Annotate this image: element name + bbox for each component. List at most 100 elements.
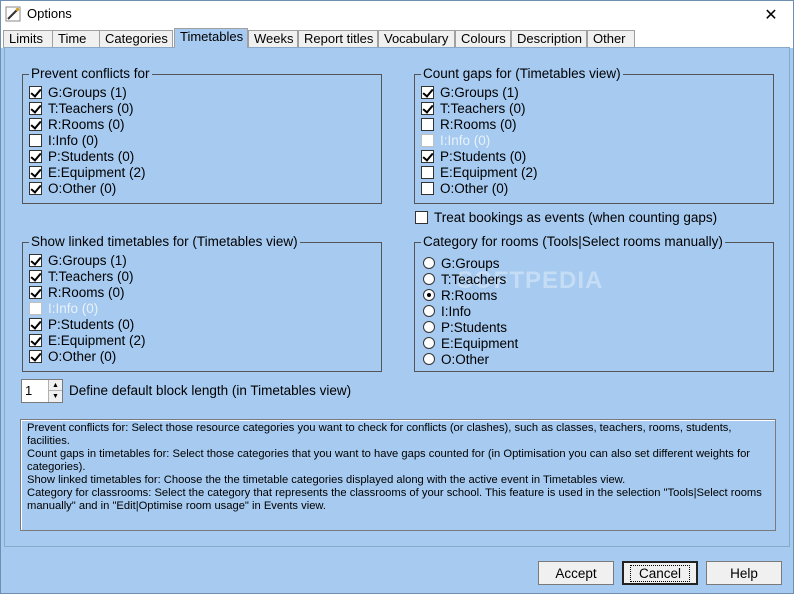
checkbox-box[interactable]	[29, 165, 42, 179]
help-button[interactable]: Help	[706, 561, 782, 585]
checkbox-label: P:Students (0)	[440, 148, 527, 164]
gaps-equipment-checkbox[interactable]: E:Equipment (2)	[421, 164, 538, 180]
tab-strip: Limits Time Categories Timetables Weeks …	[1, 28, 793, 48]
linked-other-checkbox[interactable]: O:Other (0)	[29, 348, 116, 364]
radio-circle[interactable]	[423, 289, 435, 301]
checkbox-box[interactable]	[29, 149, 42, 163]
rooms-radio-other[interactable]: O:Other	[423, 351, 489, 367]
gaps-rooms-checkbox[interactable]: R:Rooms (0)	[421, 116, 517, 132]
checkbox-label: O:Other (0)	[48, 348, 117, 364]
checkbox-box[interactable]	[29, 317, 42, 331]
prevent-info-checkbox[interactable]: I:Info (0)	[29, 132, 98, 148]
checkbox-label: T:Teachers (0)	[440, 100, 526, 116]
description-line: Show linked timetables for: Choose the t…	[27, 474, 626, 486]
spin-up-button[interactable]: ▲	[48, 380, 62, 391]
checkbox-box[interactable]	[421, 85, 434, 99]
checkbox-box[interactable]	[421, 181, 434, 195]
checkbox-box[interactable]	[29, 285, 42, 299]
checkbox-box[interactable]	[29, 181, 42, 195]
tab-colours[interactable]: Colours	[455, 30, 511, 48]
checkbox-box[interactable]	[421, 101, 434, 115]
tab-weeks[interactable]: Weeks	[248, 30, 298, 48]
rooms-radio-equipment[interactable]: E:Equipment	[423, 335, 518, 351]
checkbox-box[interactable]	[29, 117, 42, 131]
tab-vocabulary[interactable]: Vocabulary	[378, 30, 455, 48]
prevent-rooms-checkbox[interactable]: R:Rooms (0)	[29, 116, 125, 132]
radio-circle[interactable]	[423, 273, 435, 285]
radio-circle[interactable]	[423, 257, 435, 269]
tab-report-titles[interactable]: Report titles	[298, 30, 378, 48]
radio-circle[interactable]	[423, 353, 435, 365]
linked-rooms-checkbox[interactable]: R:Rooms (0)	[29, 284, 125, 300]
treat-bookings-checkbox[interactable]: Treat bookings as events (when counting …	[415, 209, 717, 225]
count-gaps-group: Count gaps for (Timetables view) G:Group…	[414, 66, 774, 204]
checkbox-label: E:Equipment (2)	[48, 332, 146, 348]
tab-limits[interactable]: Limits	[3, 30, 53, 48]
tab-other[interactable]: Other	[587, 30, 635, 48]
checkbox-box	[29, 301, 42, 315]
description-line: Count gaps in timetables for: Select tho…	[27, 448, 751, 473]
tab-timetables[interactable]: Timetables	[174, 28, 248, 48]
cancel-button[interactable]: Cancel	[622, 561, 698, 585]
gaps-teachers-checkbox[interactable]: T:Teachers (0)	[421, 100, 526, 116]
gaps-other-checkbox[interactable]: O:Other (0)	[421, 180, 508, 196]
block-length-value[interactable]: 1	[25, 383, 32, 398]
rooms-radio-students[interactable]: P:Students	[423, 319, 507, 335]
radio-circle[interactable]	[423, 321, 435, 333]
linked-groups-checkbox[interactable]: G:Groups (1)	[29, 252, 127, 268]
gaps-groups-checkbox[interactable]: G:Groups (1)	[421, 84, 519, 100]
checkbox-box[interactable]	[29, 333, 42, 347]
prevent-groups-checkbox[interactable]: G:Groups (1)	[29, 84, 127, 100]
group-title: Show linked timetables for (Timetables v…	[29, 234, 300, 249]
checkbox-box[interactable]	[29, 101, 42, 115]
tab-time[interactable]: Time	[52, 30, 100, 48]
prevent-conflicts-group: Prevent conflicts for G:Groups (1) T:Tea…	[22, 66, 382, 204]
checkbox-box[interactable]	[29, 349, 42, 363]
radio-circle[interactable]	[423, 337, 435, 349]
checkbox-label: T:Teachers (0)	[48, 100, 134, 116]
prevent-students-checkbox[interactable]: P:Students (0)	[29, 148, 134, 164]
checkbox-box[interactable]	[421, 149, 434, 163]
button-label: Accept	[555, 565, 597, 581]
linked-equipment-checkbox[interactable]: E:Equipment (2)	[29, 332, 146, 348]
block-length-spinner[interactable]: 1 ▲ ▼	[21, 379, 63, 403]
gaps-students-checkbox[interactable]: P:Students (0)	[421, 148, 526, 164]
checkbox-box	[421, 133, 434, 147]
checkbox-box[interactable]	[29, 253, 42, 267]
tab-categories[interactable]: Categories	[99, 30, 173, 48]
checkbox-box[interactable]	[29, 133, 42, 147]
tab-description[interactable]: Description	[511, 30, 587, 48]
prevent-other-checkbox[interactable]: O:Other (0)	[29, 180, 116, 196]
close-button[interactable]: ✕	[749, 1, 793, 28]
checkbox-box[interactable]	[29, 85, 42, 99]
linked-students-checkbox[interactable]: P:Students (0)	[29, 316, 134, 332]
prevent-teachers-checkbox[interactable]: T:Teachers (0)	[29, 100, 134, 116]
rooms-radio-groups[interactable]: G:Groups	[423, 255, 500, 271]
radio-label: T:Teachers	[441, 271, 507, 287]
title-bar[interactable]: Options ✕	[1, 1, 793, 28]
group-title: Count gaps for (Timetables view)	[421, 66, 623, 81]
checkbox-box[interactable]	[421, 165, 434, 179]
checkbox-label: I:Info (0)	[440, 132, 491, 148]
checkbox-box[interactable]	[29, 269, 42, 283]
checkbox-label: I:Info (0)	[48, 132, 99, 148]
prevent-equipment-checkbox[interactable]: E:Equipment (2)	[29, 164, 146, 180]
checkbox-label: R:Rooms (0)	[48, 116, 125, 132]
description-line: Category for classrooms: Select the cate…	[27, 487, 762, 512]
checkbox-box[interactable]	[421, 117, 434, 131]
checkbox-label: P:Students (0)	[48, 316, 135, 332]
rooms-radio-rooms[interactable]: R:Rooms	[423, 287, 497, 303]
block-length-label: Define default block length (in Timetabl…	[69, 383, 352, 398]
window-title: Options	[27, 6, 72, 21]
linked-teachers-checkbox[interactable]: T:Teachers (0)	[29, 268, 134, 284]
checkbox-label: E:Equipment (2)	[48, 164, 146, 180]
rooms-radio-teachers[interactable]: T:Teachers	[423, 271, 506, 287]
rooms-radio-info[interactable]: I:Info	[423, 303, 471, 319]
accept-button[interactable]: Accept	[538, 561, 614, 585]
checkbox-box[interactable]	[415, 210, 428, 224]
show-linked-group: Show linked timetables for (Timetables v…	[22, 234, 382, 372]
gaps-info-checkbox: I:Info (0)	[421, 132, 490, 148]
spin-down-button[interactable]: ▼	[48, 391, 62, 402]
description-box: Prevent conflicts for: Select those reso…	[20, 419, 776, 531]
radio-circle[interactable]	[423, 305, 435, 317]
